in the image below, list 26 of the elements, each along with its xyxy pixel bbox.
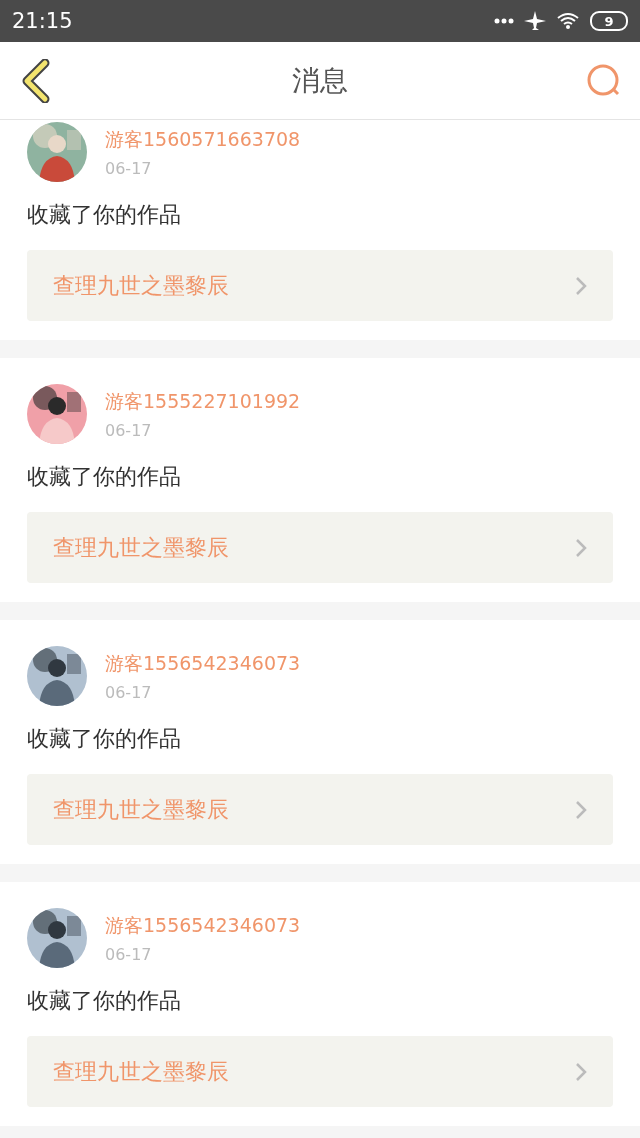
- action-text: 收藏了你的作品: [27, 463, 182, 491]
- chevron-right-icon: [575, 275, 587, 296]
- user-name[interactable]: 游客1555227101992: [105, 388, 301, 415]
- more-dots-icon: [494, 18, 514, 24]
- action-text: 收藏了你的作品: [27, 201, 182, 229]
- work-link[interactable]: 查理九世之墨黎辰: [27, 774, 613, 845]
- battery-level: 9: [590, 11, 628, 31]
- message-date: 06-17: [105, 158, 153, 178]
- chevron-right-icon: [575, 1061, 587, 1082]
- work-link[interactable]: 查理九世之墨黎辰: [27, 512, 613, 583]
- action-text: 收藏了你的作品: [27, 725, 182, 753]
- page-title: 消息: [292, 62, 348, 99]
- work-link[interactable]: 查理九世之墨黎辰: [27, 250, 613, 321]
- message-date: 06-17: [105, 682, 153, 702]
- status-time: 21:15: [12, 9, 74, 33]
- wifi-icon: [556, 12, 580, 30]
- chevron-right-icon: [575, 537, 587, 558]
- user-name[interactable]: 游客1560571663708: [105, 126, 301, 153]
- message-date: 06-17: [105, 420, 153, 440]
- airplane-icon: [524, 11, 546, 31]
- message-date: 06-17: [105, 944, 153, 964]
- work-link[interactable]: 查理九世之墨黎辰: [27, 1036, 613, 1107]
- chevron-right-icon: [575, 799, 587, 820]
- action-text: 收藏了你的作品: [27, 987, 182, 1015]
- user-name[interactable]: 游客1556542346073: [105, 650, 301, 677]
- user-name[interactable]: 游客1556542346073: [105, 912, 301, 939]
